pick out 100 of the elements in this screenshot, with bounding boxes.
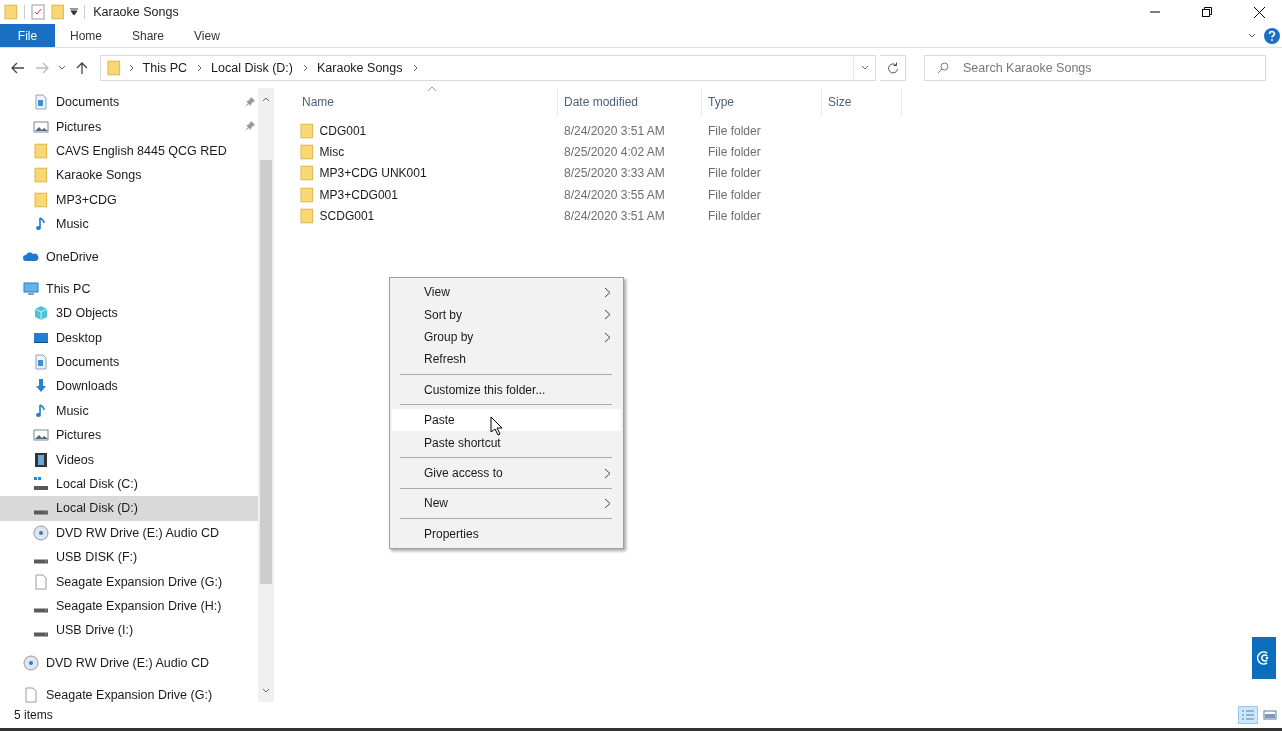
drive-icon: [33, 476, 49, 493]
date-cell: 8/25/2020 3:33 AM: [564, 166, 665, 181]
nav-item[interactable]: Pictures: [0, 423, 258, 448]
nav-item[interactable]: Documents: [0, 349, 258, 375]
refresh-button[interactable]: [880, 55, 906, 81]
column-header[interactable]: Type: [702, 89, 822, 115]
search-icon: [937, 62, 949, 74]
menu-item[interactable]: New: [392, 492, 621, 515]
drive-icon: [33, 558, 49, 564]
file-name[interactable]: MP3+CDG UNK001: [319, 166, 427, 181]
nav-item[interactable]: Documents: [0, 90, 258, 115]
document-icon: [33, 354, 49, 371]
nav-item[interactable]: Pictures: [0, 114, 258, 139]
picture-icon: [33, 427, 49, 444]
nav-item[interactable]: 3D Objects: [0, 301, 258, 326]
nav-item[interactable]: DVD RW Drive (E:) Audio CD: [0, 650, 258, 675]
dropdown-icon[interactable]: [70, 8, 79, 16]
nav-item[interactable]: Local Disk (D:): [0, 496, 258, 521]
menu-item[interactable]: Properties: [392, 522, 621, 545]
nav-item[interactable]: Karaoke Songs: [0, 163, 258, 188]
menu-item[interactable]: Customize this folder...: [392, 378, 621, 401]
nav-item[interactable]: Music: [0, 211, 258, 237]
breadcrumb[interactable]: Karaoke Songs: [315, 61, 405, 75]
ribbon-tab[interactable]: Share: [117, 24, 180, 47]
file-name[interactable]: CDG001: [319, 123, 367, 138]
nav-item[interactable]: Seagate Expansion Drive (G:): [0, 683, 258, 708]
mouse-pointer-icon: [490, 416, 503, 436]
folder-icon: [107, 60, 121, 76]
file-name[interactable]: MP3+CDG001: [319, 187, 398, 202]
folder-icon: [34, 191, 48, 208]
menu-item[interactable]: View: [392, 281, 621, 304]
ribbon-tab[interactable]: View: [179, 24, 235, 47]
type-cell: File folder: [708, 166, 761, 181]
assistant-widget-button[interactable]: [1252, 637, 1276, 679]
blank-file-icon: [33, 573, 49, 590]
chevron-icon: [1248, 32, 1256, 40]
folder-icon: [34, 167, 48, 184]
drive-icon: [33, 631, 49, 637]
folder-icon: [4, 4, 18, 20]
file-name[interactable]: Misc: [319, 145, 345, 160]
picture-icon: [1263, 709, 1277, 721]
properties-icon[interactable]: [30, 4, 45, 20]
menu-item[interactable]: Sort by: [392, 303, 621, 326]
back-arrow-icon: [11, 62, 25, 74]
nav-item[interactable]: Seagate Expansion Drive (H:): [0, 593, 258, 619]
nav-item[interactable]: Seagate Expansion Drive (G:): [0, 569, 258, 594]
date-cell: 8/24/2020 3:55 AM: [564, 187, 665, 202]
nav-item[interactable]: OneDrive: [0, 244, 258, 269]
refresh-icon: [886, 62, 899, 74]
chevron-icon: [301, 64, 309, 72]
nav-item[interactable]: Desktop: [0, 325, 258, 350]
nav-item[interactable]: CAVS English 8445 QCG RED: [0, 138, 258, 164]
breadcrumb[interactable]: Local Disk (D:): [209, 61, 295, 75]
type-cell: File folder: [708, 123, 761, 138]
cube-icon: [33, 305, 49, 322]
chevron-icon: [860, 64, 869, 72]
folder-icon: [300, 122, 314, 139]
breadcrumb[interactable]: This PC: [140, 61, 190, 75]
details-view-button[interactable]: [1238, 706, 1258, 724]
file-tab[interactable]: File: [0, 24, 55, 47]
item-count: 5 items: [14, 708, 54, 722]
column-header[interactable]: Size: [822, 89, 902, 115]
minimize-icon: [1150, 11, 1160, 13]
nav-item[interactable]: Music: [0, 398, 258, 424]
ribbon-tab[interactable]: Home: [55, 24, 117, 47]
type-cell: File folder: [708, 145, 761, 160]
nav-item[interactable]: USB DISK (F:): [0, 545, 258, 570]
restore-icon: [1202, 7, 1212, 17]
pin-icon[interactable]: [244, 96, 256, 108]
nav-item[interactable]: Downloads: [0, 374, 258, 399]
nav-item[interactable]: Videos: [0, 447, 258, 472]
column-header[interactable]: Date modified: [558, 89, 702, 115]
date-cell: 8/24/2020 3:51 AM: [564, 123, 665, 138]
address-bar[interactable]: This PC Local Disk (D:) Karaoke Songs: [100, 55, 876, 81]
help-icon: [1264, 28, 1280, 44]
folder-icon: [34, 142, 48, 159]
folder-icon: [300, 144, 314, 161]
nav-item[interactable]: MP3+CDG: [0, 187, 258, 212]
scrollbar[interactable]: [258, 88, 274, 702]
menu-item[interactable]: Paste shortcut: [392, 431, 621, 454]
menu-item[interactable]: Group by: [392, 325, 621, 349]
type-cell: File folder: [708, 187, 761, 202]
column-header[interactable]: Name: [296, 89, 558, 115]
date-cell: 8/24/2020 3:51 AM: [564, 209, 665, 224]
nav-item[interactable]: USB Drive (I:): [0, 618, 258, 643]
menu-item[interactable]: Give access to: [392, 461, 621, 485]
search-box[interactable]: Search Karaoke Songs: [924, 55, 1266, 81]
nav-item[interactable]: Local Disk (C:): [0, 471, 258, 497]
pin-icon[interactable]: [244, 120, 256, 133]
nav-item[interactable]: DVD RW Drive (E:) Audio CD: [0, 520, 258, 546]
file-name[interactable]: SCDG001: [319, 209, 375, 224]
drive-icon: [33, 607, 49, 613]
menu-item[interactable]: Paste: [392, 408, 621, 432]
close-icon: [1253, 6, 1265, 18]
blank-file-icon: [23, 687, 39, 704]
drive-icon: [33, 509, 49, 515]
chevron-icon: [195, 64, 204, 72]
chevron-icon: [262, 687, 270, 695]
nav-item[interactable]: This PC: [0, 276, 258, 302]
menu-item[interactable]: Refresh: [392, 348, 621, 371]
